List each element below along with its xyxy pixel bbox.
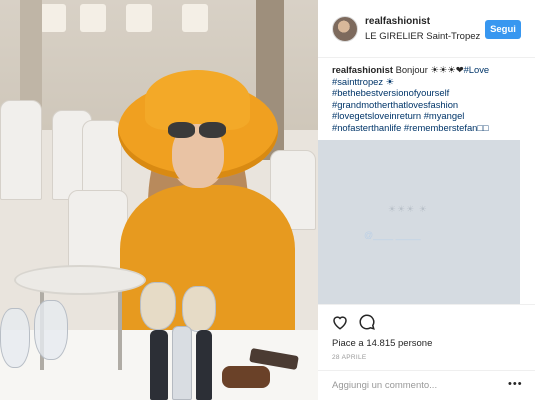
avatar[interactable]: [332, 16, 358, 42]
photo-sunglasses: [166, 122, 228, 138]
follow-button[interactable]: Segui: [485, 20, 521, 39]
photo-wine-glass: [182, 286, 216, 332]
photo-bread: [222, 366, 270, 388]
photo-wine-glass: [34, 300, 68, 360]
blurred-comment-text: ☀☀☀ ☀: [388, 204, 428, 214]
photo-bottle: [196, 330, 212, 400]
photo-lamp: [40, 4, 66, 32]
hashtag-link[interactable]: #sainttropez ☀: [332, 76, 524, 88]
hashtag-link[interactable]: #Love: [464, 64, 490, 75]
post-date: 28 APRILE: [332, 354, 367, 361]
photo-bottle: [172, 326, 192, 400]
heart-icon[interactable]: [331, 313, 349, 331]
blurred-comments: ☀☀☀ ☀ @____ _____: [318, 140, 520, 304]
photo-lamp: [80, 4, 106, 32]
photo-plate: [14, 265, 146, 295]
hashtag-link[interactable]: #lovegetsloveinreturn #myangel: [332, 110, 524, 122]
photo-bottle: [150, 330, 168, 400]
comment-input[interactable]: [332, 377, 502, 393]
post-actions: Piace a 14.815 persone 28 APRILE: [318, 304, 535, 370]
hashtag-link[interactable]: #bethebestversionofyourself: [332, 87, 524, 99]
blurred-comment-mention: @____ _____: [364, 230, 421, 240]
photo-chair: [0, 100, 42, 200]
comment-icon[interactable]: [358, 313, 376, 331]
photo-chair: [82, 120, 122, 200]
post-photo[interactable]: [0, 0, 318, 400]
header-username[interactable]: realfashionist: [365, 16, 430, 27]
hashtag-link[interactable]: #nofasterthanlife #rememberstefan□□: [332, 122, 524, 134]
instagram-post: realfashionist LE GIRELIER Saint-Tropez …: [0, 0, 535, 400]
header-location[interactable]: LE GIRELIER Saint-Tropez: [365, 31, 480, 42]
photo-lamp: [182, 4, 208, 32]
likes-count[interactable]: Piace a 14.815 persone: [332, 338, 432, 349]
comments-scrollbar[interactable]: [520, 58, 535, 308]
photo-lamp: [126, 4, 152, 32]
comment-box: •••: [318, 370, 535, 400]
caption-text: Bonjour ☀☀☀❤: [395, 64, 464, 75]
caption-username[interactable]: realfashionist: [332, 64, 393, 75]
post-caption: realfashionist Bonjour ☀☀☀❤#Love #saintt…: [332, 64, 524, 133]
photo-wine-glass: [140, 282, 176, 330]
more-options-button[interactable]: •••: [508, 378, 523, 390]
photo-stand: [118, 290, 122, 370]
post-header: realfashionist LE GIRELIER Saint-Tropez …: [318, 0, 535, 58]
photo-wine-glass: [0, 308, 30, 368]
photo-hat-crown: [145, 70, 250, 130]
hashtag-link[interactable]: #grandmotherthatlovesfashion: [332, 99, 524, 111]
